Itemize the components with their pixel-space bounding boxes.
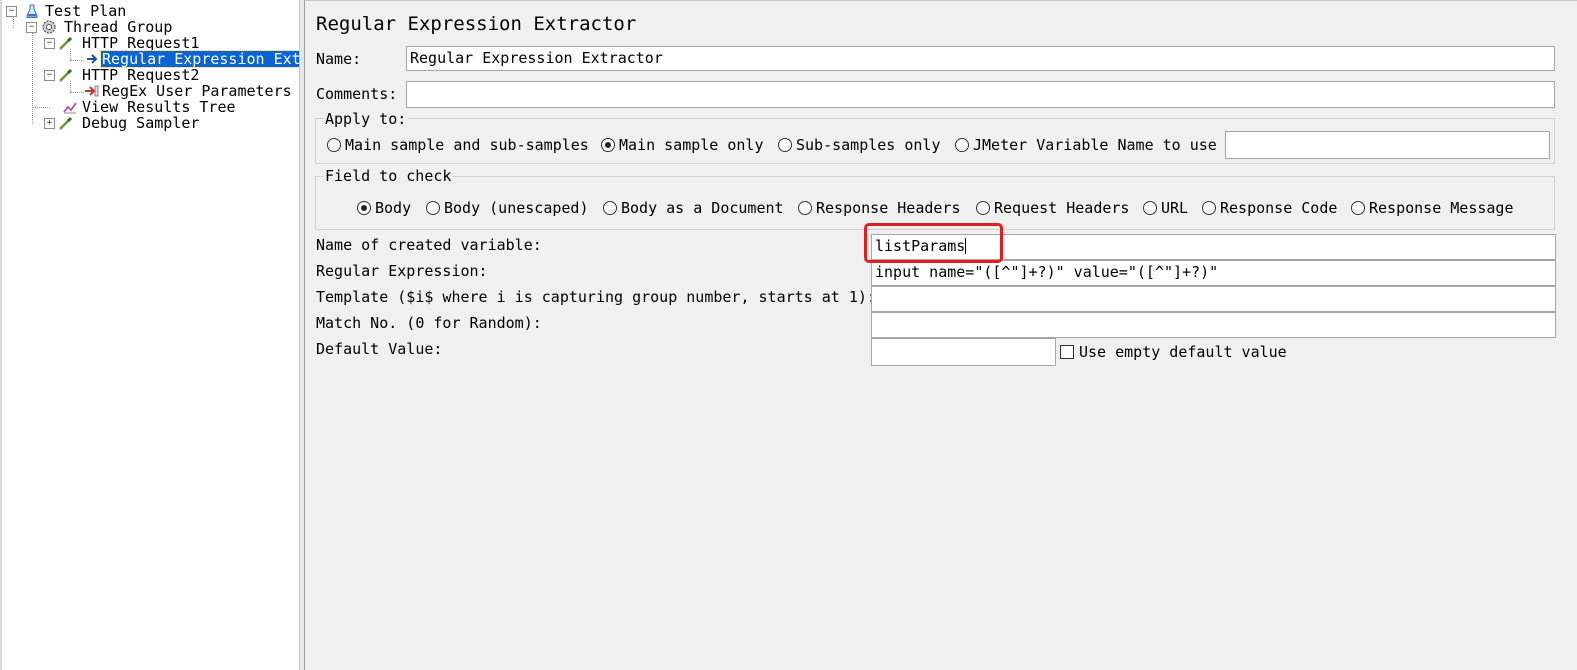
- match-no-label: Match No. (0 for Random):: [316, 314, 542, 332]
- tree-connector: [32, 107, 50, 108]
- chart-icon: [63, 102, 77, 114]
- radio-body-document[interactable]: [603, 201, 617, 215]
- radio-response-headers[interactable]: [798, 201, 812, 215]
- name-field[interactable]: Regular Expression Extractor: [406, 46, 1555, 71]
- radio-label: JMeter Variable Name to use: [973, 136, 1217, 154]
- tree-node-test-plan[interactable]: − Test Plan: [6, 3, 156, 19]
- flask-icon: [26, 4, 38, 18]
- tree-node-debug-sampler[interactable]: + Debug Sampler: [44, 115, 214, 131]
- radio-body[interactable]: [357, 201, 371, 215]
- tree-node-label: RegEx User Parameters: [102, 82, 292, 100]
- radio-label: Request Headers: [994, 199, 1130, 217]
- tree-node-label: HTTP Request2: [82, 66, 200, 84]
- text-caret: [965, 238, 967, 254]
- use-empty-default-label: Use empty default value: [1079, 343, 1287, 361]
- template-label: Template ($i$ where i is capturing group…: [316, 288, 876, 306]
- default-value-field[interactable]: [871, 338, 1056, 366]
- collapse-icon[interactable]: −: [44, 70, 55, 81]
- tree-node-regex-extractor[interactable]: Regular Expression Ext: [84, 50, 300, 68]
- match-no-field[interactable]: [871, 312, 1556, 338]
- pipette-icon: [59, 116, 73, 130]
- left-edge: [0, 0, 2, 670]
- collapse-icon[interactable]: −: [44, 38, 55, 49]
- arrow-in-icon: [85, 85, 99, 97]
- radio-body-unescaped[interactable]: [426, 201, 440, 215]
- radio-label: Body: [375, 199, 412, 217]
- pipette-icon: [59, 68, 73, 82]
- tree-connector: [70, 60, 84, 61]
- jmeter-variable-field[interactable]: [1225, 131, 1550, 159]
- radio-label: Response Headers: [816, 199, 961, 217]
- extractor-config-panel: Regular Expression Extractor Name: Regul…: [305, 0, 1577, 670]
- radio-response-code[interactable]: [1202, 201, 1216, 215]
- apply-to-legend: Apply to:: [323, 110, 409, 128]
- comments-field[interactable]: [406, 81, 1555, 108]
- use-empty-default-checkbox[interactable]: [1060, 345, 1074, 359]
- tree-node-http-request2[interactable]: − HTTP Request2: [44, 67, 214, 83]
- tree-node-label: Thread Group: [64, 18, 173, 36]
- comments-label: Comments:: [316, 85, 398, 103]
- tree-node-regex-user-parameters[interactable]: RegEx User Parameters: [84, 83, 294, 99]
- radio-label: Response Code: [1220, 199, 1338, 217]
- var-name-value: listParams: [875, 237, 966, 255]
- radio-sub-only[interactable]: [778, 138, 792, 152]
- radio-label: Sub-samples only: [796, 136, 941, 154]
- tree-node-label: View Results Tree: [82, 98, 236, 116]
- tree-connector: [32, 32, 33, 124]
- radio-label: Body (unescaped): [444, 199, 589, 217]
- collapse-icon[interactable]: −: [26, 22, 37, 33]
- test-plan-tree[interactable]: − Test Plan − Thread Group − HTTP Reques…: [0, 0, 300, 670]
- radio-label: Response Message: [1369, 199, 1514, 217]
- tree-node-label: HTTP Request1: [82, 34, 200, 52]
- radio-label: Main sample only: [619, 136, 764, 154]
- tree-node-label: Test Plan: [45, 2, 127, 20]
- regex-label: Regular Expression:: [316, 262, 488, 280]
- var-name-label: Name of created variable:: [316, 236, 542, 254]
- tree-node-http-request1[interactable]: − HTTP Request1: [44, 35, 214, 51]
- radio-main-only[interactable]: [601, 138, 615, 152]
- radio-url[interactable]: [1143, 201, 1157, 215]
- radio-main-and-sub[interactable]: [327, 138, 341, 152]
- gear-icon: [42, 20, 56, 34]
- tree-connector: [70, 92, 84, 93]
- tree-node-label: Debug Sampler: [82, 114, 200, 132]
- tree-node-thread-group[interactable]: − Thread Group: [26, 19, 186, 35]
- collapse-icon[interactable]: −: [6, 6, 17, 17]
- tree-node-view-results-tree[interactable]: View Results Tree: [62, 99, 252, 115]
- template-field[interactable]: [871, 286, 1556, 312]
- radio-label: Body as a Document: [621, 199, 784, 217]
- radio-request-headers[interactable]: [976, 201, 990, 215]
- regex-field[interactable]: input name="([^"]+?)" value="([^"]+?)": [871, 260, 1556, 286]
- radio-label: Main sample and sub-samples: [345, 136, 589, 154]
- tree-node-label: Regular Expression Ext: [100, 50, 300, 68]
- field-to-check-legend: Field to check: [323, 167, 454, 185]
- arrow-right-icon: [87, 54, 98, 64]
- expand-icon[interactable]: +: [44, 118, 55, 129]
- radio-response-message[interactable]: [1351, 201, 1365, 215]
- default-value-label: Default Value:: [316, 340, 443, 358]
- pipette-icon: [59, 36, 73, 50]
- radio-label: URL: [1161, 199, 1189, 217]
- name-label: Name:: [316, 50, 362, 68]
- radio-jmeter-variable[interactable]: [955, 138, 969, 152]
- page-title: Regular Expression Extractor: [316, 13, 637, 35]
- var-name-field[interactable]: listParams: [871, 234, 1556, 260]
